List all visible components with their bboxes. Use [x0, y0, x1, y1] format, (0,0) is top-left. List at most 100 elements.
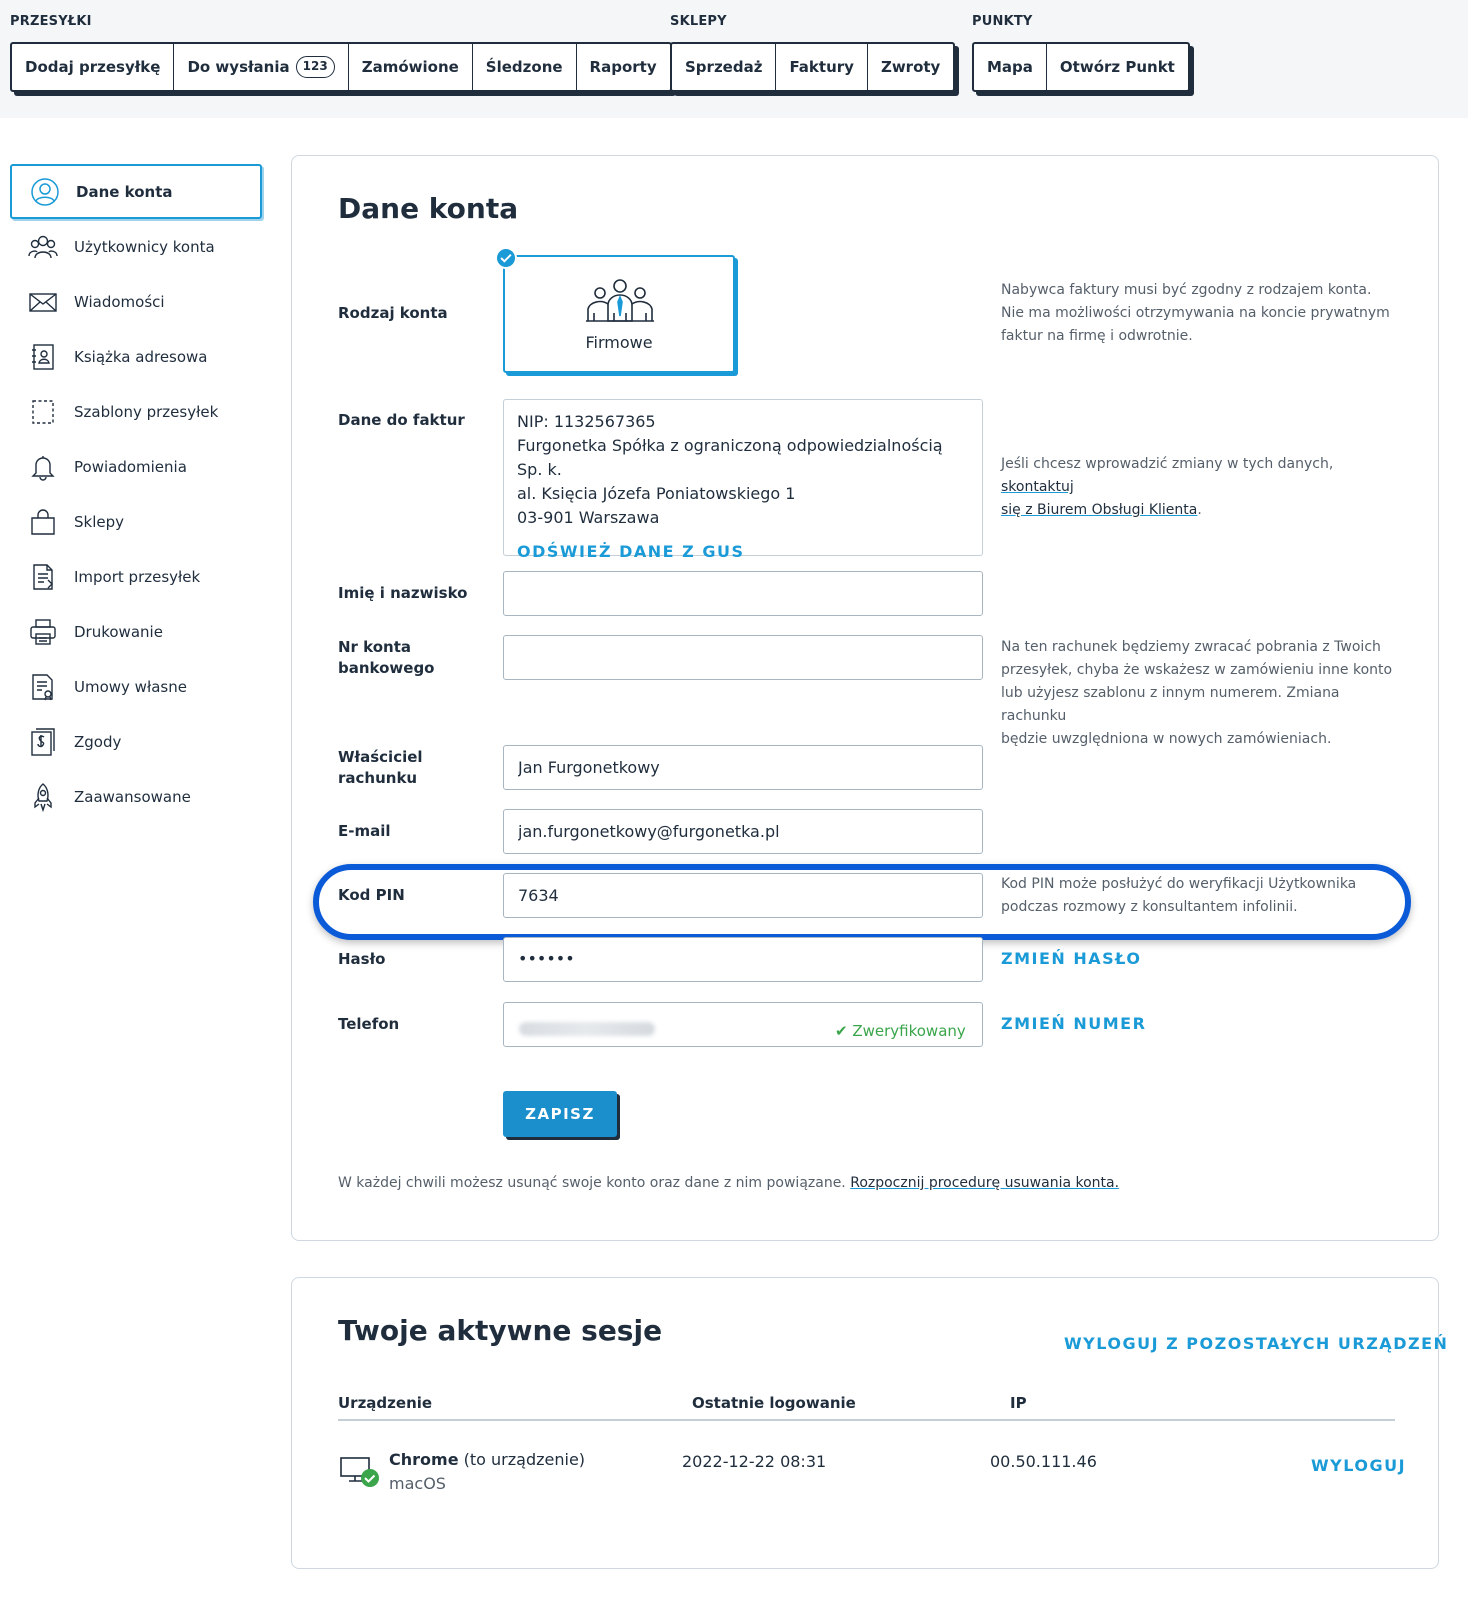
label-line: Nr konta — [338, 638, 412, 656]
nav-returns-button[interactable]: Zwroty — [866, 44, 953, 90]
nav-button-group: Mapa Otwórz Punkt — [972, 42, 1190, 92]
nav-button-label: Zamówione — [361, 58, 459, 76]
computer-verified-icon — [340, 1457, 379, 1487]
blurred-phone-number — [519, 1022, 655, 1036]
nav-map-button[interactable]: Mapa — [974, 44, 1046, 90]
label-line: rachunku — [338, 769, 418, 787]
help-line: lub użyjesz szablonu z innym numerem. Zm… — [1001, 685, 1340, 724]
contract-icon — [32, 673, 53, 700]
address-book-icon — [32, 343, 54, 370]
sidebar-item-messages[interactable]: Wiadomości — [10, 274, 262, 329]
nav-button-label: Otwórz Punkt — [1059, 58, 1175, 76]
sidebar-item-shops[interactable]: Sklepy — [10, 494, 262, 549]
password-input[interactable]: •••••• — [503, 937, 983, 982]
nav-group-title: SKLEPY — [670, 14, 727, 29]
email-input[interactable] — [503, 809, 983, 854]
nav-group-przesylki: PRZESYŁKI Dodaj przesyłkę Do wysłania 123… — [10, 14, 672, 92]
nav-ordered-button[interactable]: Zamówione — [347, 44, 472, 90]
sidebar-item-own-contracts[interactable]: Umowy własne — [10, 659, 262, 714]
nav-button-label: Śledzone — [485, 58, 563, 76]
contact-office-link[interactable]: skontaktuj — [1001, 479, 1074, 495]
invoice-city: 03-901 Warszawa — [517, 508, 660, 527]
sessions-title: Twoje aktywne sesje — [338, 1314, 663, 1347]
nav-sales-button[interactable]: Sprzedaż — [672, 44, 775, 90]
bank-account-label: Nr konta bankowego — [338, 637, 435, 679]
email-label: E-mail — [338, 822, 391, 840]
consent-document-icon — [31, 727, 55, 756]
pin-help: Kod PIN może posłużyć do weryfikacji Uży… — [1001, 873, 1401, 919]
invoice-nip: NIP: 1132567365 — [517, 412, 656, 431]
sidebar-item-address-book[interactable]: Książka adresowa — [10, 329, 262, 384]
check-icon — [495, 247, 517, 269]
change-password-link[interactable]: ZMIEŃ HASŁO — [1001, 949, 1141, 968]
help-line: faktur na firmę i odwrotnie. — [1001, 328, 1193, 344]
sidebar-item-label: Drukowanie — [74, 622, 163, 641]
sidebar-item-advanced[interactable]: Zaawansowane — [10, 769, 262, 824]
delete-account-info: W każdej chwili możesz usunąć swoje kont… — [338, 1175, 1119, 1191]
nav-invoices-button[interactable]: Faktury — [775, 44, 867, 90]
account-type-company-card[interactable]: Firmowe — [495, 247, 735, 373]
help-line: Nabywca faktury musi być zgodny z rodzaj… — [1001, 282, 1372, 298]
envelope-icon — [29, 292, 57, 312]
help-line: przesyłek, chyba że wskażesz w zamówieni… — [1001, 662, 1393, 678]
invoice-data-label: Dane do faktur — [338, 411, 465, 429]
pin-input[interactable] — [503, 873, 983, 918]
sidebar-item-import-shipments[interactable]: Import przesyłek — [10, 549, 262, 604]
account-owner-input[interactable] — [503, 745, 983, 790]
printer-icon — [30, 618, 56, 645]
account-type-label: Rodzaj konta — [338, 304, 448, 322]
account-type-card-label: Firmowe — [585, 333, 653, 352]
rocket-icon — [34, 782, 52, 812]
invoice-street: al. Księcia Józefa Poniatowskiego 1 — [517, 484, 796, 503]
logout-session-link[interactable]: WYLOGUJ — [1311, 1456, 1406, 1475]
footer-text: W każdej chwili możesz usunąć swoje kont… — [338, 1175, 851, 1191]
sidebar-item-consents[interactable]: Zgody — [10, 714, 262, 769]
bell-icon — [31, 455, 55, 481]
session-device-note: (to urządzenie) — [463, 1450, 586, 1469]
phone-label: Telefon — [338, 1015, 400, 1033]
sidebar-item-notifications[interactable]: Powiadomienia — [10, 439, 262, 494]
nav-button-label: Raporty — [589, 58, 657, 76]
nav-button-label: Dodaj przesyłkę — [25, 58, 161, 76]
nav-to-send-button[interactable]: Do wysłania 123 — [173, 44, 347, 90]
sidebar-item-label: Umowy własne — [74, 677, 187, 696]
nav-tracked-button[interactable]: Śledzone — [471, 44, 576, 90]
nav-button-label: Mapa — [987, 58, 1033, 76]
nav-reports-button[interactable]: Raporty — [575, 44, 670, 90]
sidebar-item-label: Szablony przesyłek — [74, 402, 219, 421]
shopping-bag-icon — [31, 508, 55, 535]
help-line: będzie uwzględniona w nowych zamówieniac… — [1001, 731, 1332, 747]
users-icon — [28, 235, 58, 258]
change-number-link[interactable]: ZMIEŃ NUMER — [1001, 1014, 1146, 1033]
phone-verified-status: ✔ Zweryfikowany — [835, 1022, 966, 1040]
sidebar-item-account-data[interactable]: Dane konta — [10, 164, 262, 219]
sidebar-item-shipment-templates[interactable]: Szablony przesyłek — [10, 384, 262, 439]
full-name-label: Imię i nazwisko — [338, 584, 468, 602]
sidebar-item-label: Zaawansowane — [74, 787, 191, 806]
sidebar-item-printing[interactable]: Drukowanie — [10, 604, 262, 659]
bank-account-input[interactable] — [503, 635, 983, 680]
sidebar-item-account-users[interactable]: Użytkownicy konta — [10, 219, 262, 274]
delete-account-link[interactable]: Rozpocznij procedurę usuwania konta. — [850, 1175, 1119, 1191]
to-send-counter-badge: 123 — [295, 56, 335, 78]
sidebar-item-label: Import przesyłek — [74, 567, 201, 586]
nav-button-label: Zwroty — [880, 58, 941, 76]
logout-other-devices-link[interactable]: WYLOGUJ Z POZOSTAŁYCH URZĄDZEŃ — [1064, 1334, 1448, 1353]
nav-button-label: Faktury — [789, 58, 854, 76]
help-line: Nie ma możliwości otrzymywania na koncie… — [1001, 305, 1390, 321]
label-line: bankowego — [338, 659, 435, 677]
help-text: . — [1197, 502, 1202, 518]
nav-open-point-button[interactable]: Otwórz Punkt — [1045, 44, 1188, 90]
session-last-login: 2022-12-22 08:31 — [682, 1452, 827, 1471]
nav-button-label: Do wysłania — [187, 58, 290, 76]
session-browser: Chrome — [389, 1450, 459, 1469]
full-name-input[interactable] — [503, 571, 983, 616]
save-button[interactable]: ZAPISZ — [503, 1091, 617, 1137]
refresh-gus-data-link[interactable]: ODŚWIEŻ DANE Z GUS — [517, 540, 969, 564]
nav-add-shipment-button[interactable]: Dodaj przesyłkę — [12, 44, 173, 90]
label-line: Właściciel — [338, 748, 423, 766]
contact-office-link-continued[interactable]: się z Biurem Obsługi Klienta — [1001, 502, 1197, 518]
top-navigation: PRZESYŁKI Dodaj przesyłkę Do wysłania 123… — [0, 0, 1468, 118]
sidebar-item-label: Wiadomości — [74, 292, 165, 311]
nav-group-sklepy: SKLEPY Sprzedaż Faktury Zwroty — [670, 14, 956, 92]
